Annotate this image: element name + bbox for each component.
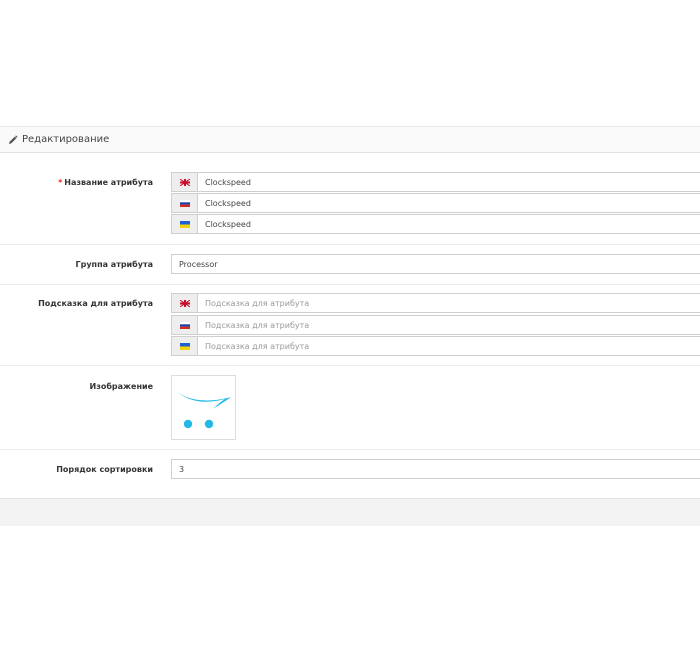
panel-footer — [0, 498, 700, 526]
image-label: Изображение — [89, 382, 154, 391]
ru-flag-icon — [180, 200, 190, 207]
en-flag-icon — [180, 179, 190, 186]
row-divider — [0, 244, 700, 245]
cart-logo-icon — [175, 389, 231, 429]
language-addon — [171, 172, 197, 192]
row-divider — [0, 365, 700, 366]
attribute-hint-ru — [171, 315, 700, 335]
required-mark: * — [58, 178, 63, 187]
ua-flag-icon — [180, 221, 190, 228]
attribute-name-input-ru[interactable] — [197, 193, 700, 213]
panel-title: Редактирование — [22, 134, 110, 145]
pencil-icon — [9, 135, 18, 144]
language-addon — [171, 336, 197, 356]
attribute-hint-input-ua[interactable] — [197, 336, 700, 356]
language-addon — [171, 214, 197, 234]
attribute-hint-label: Подсказка для атрибута — [38, 299, 153, 308]
row-divider — [0, 449, 700, 450]
language-addon — [171, 315, 197, 335]
attribute-name-label-text: Название атрибута — [64, 178, 153, 187]
attribute-name-label: * Название атрибута — [3, 178, 153, 187]
attribute-hint-input-ru[interactable] — [197, 315, 700, 335]
attribute-name-ua — [171, 214, 700, 234]
sort-order-label: Порядок сортировки — [56, 465, 153, 474]
en-flag-icon — [180, 300, 190, 307]
attribute-group-label: Группа атрибута — [75, 260, 153, 269]
attribute-hint-ua — [171, 336, 700, 356]
attribute-name-ru — [171, 193, 700, 213]
image-thumbnail[interactable] — [171, 375, 236, 440]
edit-panel: Редактирование * Название атрибута Clock… — [0, 126, 700, 526]
attribute-name-en — [171, 172, 700, 192]
attribute-hint-en — [171, 293, 700, 313]
attribute-name-input-en[interactable] — [197, 172, 700, 192]
ru-flag-icon — [180, 322, 190, 329]
attribute-hint-input-en[interactable] — [197, 293, 700, 313]
attribute-group-select[interactable] — [171, 254, 700, 274]
ua-flag-icon — [180, 343, 190, 350]
sort-order-input[interactable] — [171, 459, 700, 479]
panel-heading: Редактирование — [0, 127, 700, 153]
language-addon — [171, 193, 197, 213]
language-addon — [171, 293, 197, 313]
attribute-name-input-ua[interactable] — [197, 214, 700, 234]
row-divider — [0, 284, 700, 285]
